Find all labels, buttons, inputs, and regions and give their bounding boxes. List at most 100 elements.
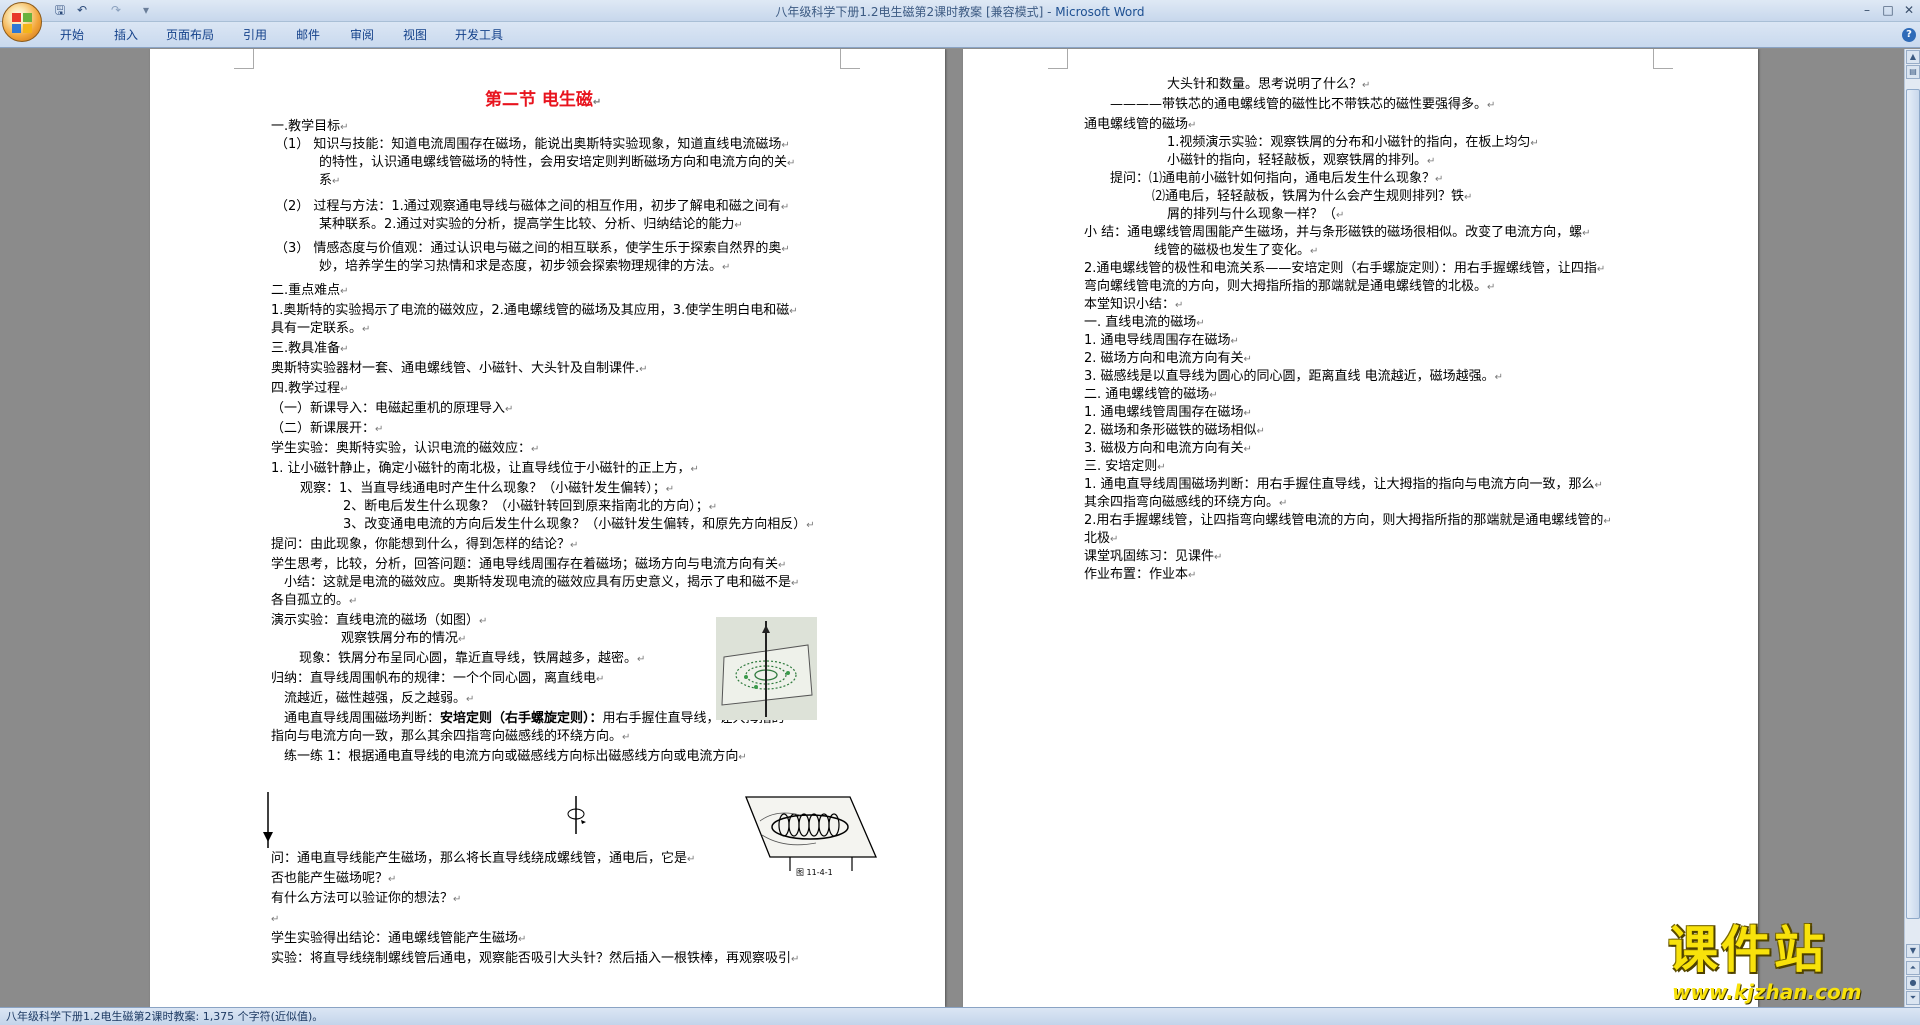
customize-quick-access-icon[interactable]: ▾ bbox=[138, 3, 154, 18]
paragraph-line: 奥斯特实验器材一套、通电螺线管、小磁针、大头针及自制课件.↵ bbox=[271, 361, 648, 376]
scroll-up-icon[interactable]: ▲ bbox=[1906, 50, 1920, 64]
paragraph-line: 具有一定联系。↵ bbox=[271, 321, 371, 336]
scroll-thumb[interactable] bbox=[1906, 89, 1920, 919]
crop-mark bbox=[840, 49, 860, 69]
paragraph-line: 2.通电螺线管的极性和电流关系——安培定则（右手螺旋定则）：用右手握螺线管，让四… bbox=[1084, 261, 1606, 276]
solenoid-figure: 图 11-4-1 bbox=[740, 791, 880, 881]
paragraph-line: 3、改变通电电流的方向后发生什么现象？（小磁针发生偏转，和原先方向相反）↵ bbox=[343, 517, 815, 532]
list-item: 3. 磁极方向和电流方向有关↵ bbox=[1084, 441, 1252, 456]
paragraph-line: 线管的磁极也发生了变化。↵ bbox=[1154, 243, 1319, 258]
undo-icon[interactable]: ↶ bbox=[74, 3, 90, 18]
paragraph-mark: ↵ bbox=[271, 914, 280, 925]
close-button[interactable]: ✕ bbox=[1897, 0, 1920, 20]
document-page-2: 大头针和数量。思考说明了什么？↵ ————带铁芯的通电螺线管的磁性比不带铁芯的磁… bbox=[963, 49, 1758, 1007]
window-title: 八年级科学下册1.2电生磁第2课时教案 [兼容模式] - Microsoft W… bbox=[0, 3, 1920, 20]
wire-current-figure-1 bbox=[253, 790, 283, 852]
paragraph-line: 某种联系。2.通过对实验的分析，提高学生比较、分析、归纳结论的能力↵ bbox=[319, 217, 743, 232]
tab-home[interactable]: 开始 bbox=[60, 26, 84, 44]
section-heading: 四.教学过程↵ bbox=[271, 381, 349, 396]
tab-review[interactable]: 审阅 bbox=[350, 26, 374, 44]
paragraph-line: ————带铁芯的通电螺线管的磁性比不带铁芯的磁性要强得多。↵ bbox=[1110, 97, 1496, 112]
word-window: 🖫 ↶ ↷ ▾ 八年级科学下册1.2电生磁第2课时教案 [兼容模式] - Mic… bbox=[0, 0, 1920, 1025]
tab-page-layout[interactable]: 页面布局 bbox=[166, 26, 214, 44]
list-item: 1. 通电直导线周围磁场判断：用右手握住直导线，让大拇指的指向与电流方向一致，那… bbox=[1084, 477, 1603, 492]
paragraph-line: 1.视频演示实验：观察铁屑的分布和小磁针的指向，在板上均匀↵ bbox=[1167, 135, 1539, 150]
list-item: 2.用右手握螺线管，让四指弯向螺线管电流的方向，则大拇指所指的那端就是通电螺线管… bbox=[1084, 513, 1612, 528]
list-item: 1. 通电螺线管周围存在磁场↵ bbox=[1084, 405, 1252, 420]
paragraph-line: 指向与电流方向一致，那么其余四指弯向磁感线的环绕方向。↵ bbox=[271, 729, 631, 744]
paragraph-line: 小结：这就是电流的磁效应。奥斯特发现电流的磁效应具有历史意义，揭示了电和磁不是↵ bbox=[284, 575, 800, 590]
paragraph-line: （2） 过程与方法：1.通过观察通电导线与磁体之间的相互作用，初步了解电和磁之间… bbox=[275, 199, 790, 214]
paragraph-line: 系↵ bbox=[319, 173, 341, 188]
watermark-url: www.kjzhan.com bbox=[1672, 980, 1862, 1004]
paragraph-line: 归纳：直导线周围帆布的规律：一个个同心圆，离直线电↵ bbox=[271, 671, 605, 686]
paragraph-line: 学生实验得出结论：通电螺线管能产生磁场↵ bbox=[271, 931, 527, 946]
section-heading: 三.教具准备↵ bbox=[271, 341, 349, 356]
app-name: Microsoft Word bbox=[1055, 5, 1145, 19]
iron-filings-figure bbox=[716, 617, 817, 720]
tab-view[interactable]: 视图 bbox=[403, 26, 427, 44]
paragraph-line: 通电直导线周围磁场判断：安培定则（右手螺旋定则）：用右手握住直导线，让大拇指的 bbox=[284, 711, 785, 726]
status-bar: 八年级科学下册1.2电生磁第2课时教案: 1,375 个字符(近似值)。 bbox=[0, 1007, 1920, 1025]
list-item: 其余四指弯向磁感线的环绕方向。↵ bbox=[1084, 495, 1288, 510]
document-name: 八年级科学下册1.2电生磁第2课时教案 [兼容模式] - bbox=[775, 5, 1056, 19]
section-heading: 一.教学目标↵ bbox=[271, 119, 349, 134]
list-item: 3. 磁感线是以直导线为圆心的同心圆，距离直线 电流越近，磁场越强。↵ bbox=[1084, 369, 1504, 384]
previous-page-icon[interactable]: ⏶ bbox=[1906, 961, 1920, 975]
office-logo-icon bbox=[11, 12, 35, 34]
next-page-icon[interactable]: ⏷ bbox=[1906, 991, 1920, 1005]
paragraph-line: 课堂巩固练习：见课件↵ bbox=[1084, 549, 1223, 564]
section-heading: 二.重点难点↵ bbox=[271, 283, 349, 298]
paragraph-line: 学生思考，比较，分析，回答问题：通电导线周围存在着磁场；磁场方向与电流方向有关↵ bbox=[271, 557, 787, 572]
ampere-rule-bold: 安培定则（右手螺旋定则）： bbox=[440, 711, 603, 726]
status-word-count[interactable]: 八年级科学下册1.2电生磁第2课时教案: 1,375 个字符(近似值)。 bbox=[6, 1010, 323, 1024]
section-heading: 一. 直线电流的磁场↵ bbox=[1084, 315, 1205, 330]
paragraph-line: 现象：铁屑分布呈同心圆，靠近直导线，铁屑越多，越密。↵ bbox=[299, 651, 646, 666]
paragraph-line: 1. 让小磁针静止，确定小磁针的南北极，让直导线位于小磁针的正上方，↵ bbox=[271, 461, 699, 476]
tab-developer[interactable]: 开发工具 bbox=[455, 26, 503, 44]
list-item: 2. 磁场方向和电流方向有关↵ bbox=[1084, 351, 1252, 366]
paragraph-line: 小磁针的指向，轻轻敲板，观察铁屑的排列。↵ bbox=[1167, 153, 1436, 168]
redo-icon[interactable]: ↷ bbox=[108, 3, 124, 18]
paragraph-line: 1.奥斯特的实验揭示了电流的磁效应，2.通电螺线管的磁场及其应用，3.使学生明白… bbox=[271, 303, 798, 318]
help-icon[interactable]: ? bbox=[1902, 28, 1916, 42]
paragraph-line: 练一练 1：根据通电直导线的电流方向或磁感线方向标出磁感线方向或电流方向↵ bbox=[284, 749, 747, 764]
paragraph-line: ⑵通电后，轻轻敲板，铁屑为什么会产生规则排列？铁↵ bbox=[1152, 189, 1473, 204]
list-item: 2. 磁场和条形磁铁的磁场相似↵ bbox=[1084, 423, 1265, 438]
paragraph-line: 演示实验：直线电流的磁场（如图）↵ bbox=[271, 613, 488, 628]
tab-insert[interactable]: 插入 bbox=[114, 26, 138, 44]
crop-mark bbox=[1048, 49, 1068, 69]
ruler-toggle-icon[interactable]: ▤ bbox=[1906, 65, 1920, 79]
paragraph-line: 各自孤立的。↵ bbox=[271, 593, 358, 608]
paragraph-line: 妙，培养学生的学习热情和求是态度，初步领会探索物理规律的方法。↵ bbox=[319, 259, 731, 274]
section-heading: 二. 通电螺线管的磁场↵ bbox=[1084, 387, 1218, 402]
paragraph-line: （二）新课展开：↵ bbox=[271, 421, 384, 436]
paragraph-line: 弯向螺线管电流的方向，则大拇指所指的那端就是通电螺线管的北极。↵ bbox=[1084, 279, 1496, 294]
paragraph-line: 实验：将直导线绕制螺线管后通电，观察能否吸引大头针？然后插入一根铁棒，再观察吸引… bbox=[271, 951, 800, 966]
paragraph-line: 提问：⑴通电前小磁针如何指向，通电后发生什么现象？↵ bbox=[1110, 171, 1444, 186]
vertical-scrollbar[interactable]: ▲ ▤ ▼ ⏶ ● ⏷ bbox=[1904, 49, 1920, 1007]
section-heading: 三. 安培定则↵ bbox=[1084, 459, 1166, 474]
paragraph-line: 提问：由此现象，你能想到什么，得到怎样的结论？↵ bbox=[271, 537, 579, 552]
tab-mailings[interactable]: 邮件 bbox=[296, 26, 320, 44]
watermark-logo: 课件站 www.kjzhan.com bbox=[1668, 922, 1908, 1008]
document-title: 第二节 电生磁↵ bbox=[485, 90, 602, 110]
paragraph-line: 流越近，磁性越强，反之越弱。↵ bbox=[284, 691, 475, 706]
paragraph-line: 学生实验：奥斯特实验，认识电流的磁效应：↵ bbox=[271, 441, 540, 456]
ribbon-tab-bar: 开始 插入 页面布局 引用 邮件 审阅 视图 开发工具 ? bbox=[0, 22, 1920, 48]
list-item: 1. 通电导线周围存在磁场↵ bbox=[1084, 333, 1239, 348]
paragraph-line: 观察：1、当直导线通电时产生什么现象？（小磁针发生偏转）；↵ bbox=[300, 481, 675, 496]
office-button[interactable] bbox=[2, 2, 42, 42]
paragraph-line: （3） 情感态度与价值观：通过认识电与磁之间的相互联系，使学生乐于探索自然界的奥… bbox=[275, 241, 790, 256]
paragraph-line: 的特性，认识通电螺线管磁场的特性，会用安培定则判断磁场方向和电流方向的关↵ bbox=[319, 155, 796, 170]
list-item: 北极↵ bbox=[1084, 531, 1119, 546]
save-icon[interactable]: 🖫 bbox=[52, 3, 68, 18]
tab-references[interactable]: 引用 bbox=[243, 26, 267, 44]
paragraph-line: 大头针和数量。思考说明了什么？↵ bbox=[1167, 77, 1371, 92]
select-browse-object-icon[interactable]: ● bbox=[1906, 976, 1920, 990]
paragraph-line: 通电螺线管的磁场↵ bbox=[1084, 117, 1197, 132]
crop-mark bbox=[234, 49, 254, 69]
paragraph-line: 屑的排列与什么现象一样？（↵ bbox=[1167, 207, 1345, 222]
document-page-1: 第二节 电生磁↵ 一.教学目标↵ （1） 知识与技能：知道电流周围存在磁场，能说… bbox=[150, 49, 945, 1007]
scroll-down-icon[interactable]: ▼ bbox=[1906, 944, 1920, 958]
